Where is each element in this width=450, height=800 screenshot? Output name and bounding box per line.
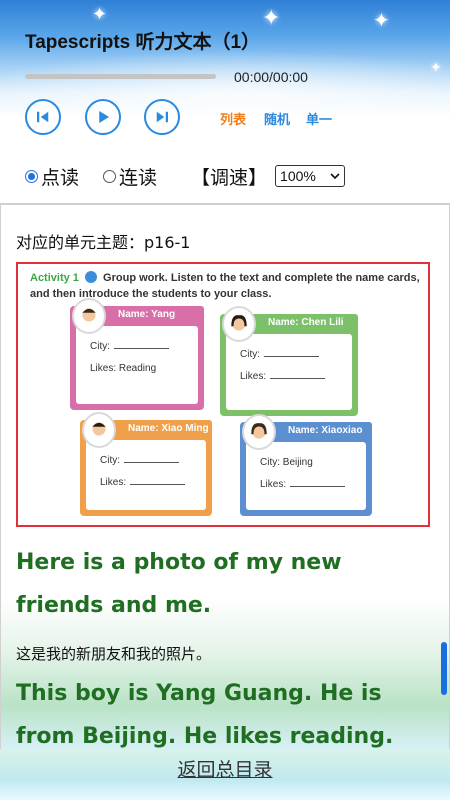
play-button[interactable] [85, 99, 121, 135]
scrollbar-thumb[interactable] [441, 642, 447, 695]
reading-options: 点读 连读 【调速】 100% [25, 162, 346, 190]
card-city: City: [90, 341, 110, 352]
sparkle-icon: ✦ [373, 8, 390, 32]
radio-label: 连读 [119, 166, 158, 189]
name-card: Name: Chen Lili City: Likes: [220, 306, 358, 416]
activity-number: Activity 1 [30, 272, 79, 284]
previous-button[interactable] [25, 99, 61, 135]
tapescript-content[interactable]: 对应的单元主题：p16-1 Activity 1 Group work. Lis… [0, 203, 450, 749]
card-name: Name: Xiao Ming [120, 420, 212, 438]
radio-dot [103, 169, 117, 183]
skip-back-icon [37, 111, 49, 123]
card-name: Name: Xiaoxiao [280, 422, 372, 440]
player-header: ✦ ✦ ✦ ✦ Tapescripts 听力文本（1） 00:00/00:00 … [0, 0, 450, 203]
sentence-english[interactable]: This boy is Yang Guang. He is from Beiji… [16, 672, 436, 749]
audio-icon [84, 271, 97, 283]
sparkle-icon: ✦ [262, 6, 281, 31]
card-likes: Likes: [100, 477, 127, 488]
girl-avatar-icon [242, 414, 276, 450]
chevron-down-icon [330, 173, 340, 179]
audio-progress-bar[interactable] [25, 74, 216, 79]
sentence-english[interactable]: Here is a photo of my new friends and me… [16, 541, 436, 627]
play-icon [99, 111, 109, 123]
sparkle-icon: ✦ [430, 60, 442, 76]
next-button[interactable] [144, 99, 180, 135]
card-body: City: Likes: [86, 440, 206, 510]
back-to-index-link[interactable]: 返回总目录 [177, 755, 272, 782]
card-likes: Likes: [240, 371, 267, 382]
boy-avatar-icon [72, 298, 106, 334]
unit-topic: 对应的单元主题：p16-1 [16, 233, 191, 252]
radio-read-single[interactable]: 点读 [25, 163, 79, 190]
card-city: City: Beijing [260, 457, 313, 468]
card-name: Name: Yang Guang [110, 306, 204, 338]
card-name: Name: Chen Lili [260, 314, 358, 332]
sparkle-icon: ✦ [92, 4, 108, 25]
card-body: City: Likes: Reading [76, 326, 198, 404]
radio-read-continuous[interactable]: 连读 [103, 163, 157, 190]
boy-avatar-icon [82, 412, 116, 448]
radio-label: 点读 [41, 166, 80, 189]
card-likes: Likes: [260, 479, 287, 490]
mode-list-button[interactable]: 列表 [220, 109, 246, 128]
audio-time: 00:00/00:00 [234, 69, 308, 85]
mode-single-button[interactable]: 单一 [306, 109, 332, 128]
card-body: City: Beijing Likes: [246, 442, 366, 510]
sentence-chinese: 这是我的新朋友和我的照片。 [16, 645, 212, 663]
name-card: Name: Xiao Ming City: Likes: [80, 412, 212, 516]
radio-dot [25, 169, 38, 183]
name-card: Name: Yang Guang City: Likes: Reading [70, 298, 204, 410]
card-body: City: Likes: [226, 334, 352, 410]
card-likes: Likes: Reading [90, 363, 157, 374]
mode-random-button[interactable]: 随机 [264, 109, 290, 128]
footer-bar: 返回总目录 [0, 749, 450, 800]
page-title: Tapescripts 听力文本（1） [25, 32, 261, 53]
speed-select[interactable]: 100% [275, 165, 346, 187]
card-city: City: [240, 349, 260, 360]
card-city: City: [100, 455, 120, 466]
girl-avatar-icon [222, 306, 256, 342]
name-card: Name: Xiaoxiao City: Beijing Likes: [240, 414, 372, 516]
speed-label: 【调速】 [191, 166, 268, 189]
speed-value: 100% [280, 168, 316, 184]
activity-figure: Activity 1 Group work. Listen to the tex… [16, 262, 430, 527]
skip-forward-icon [156, 111, 168, 123]
